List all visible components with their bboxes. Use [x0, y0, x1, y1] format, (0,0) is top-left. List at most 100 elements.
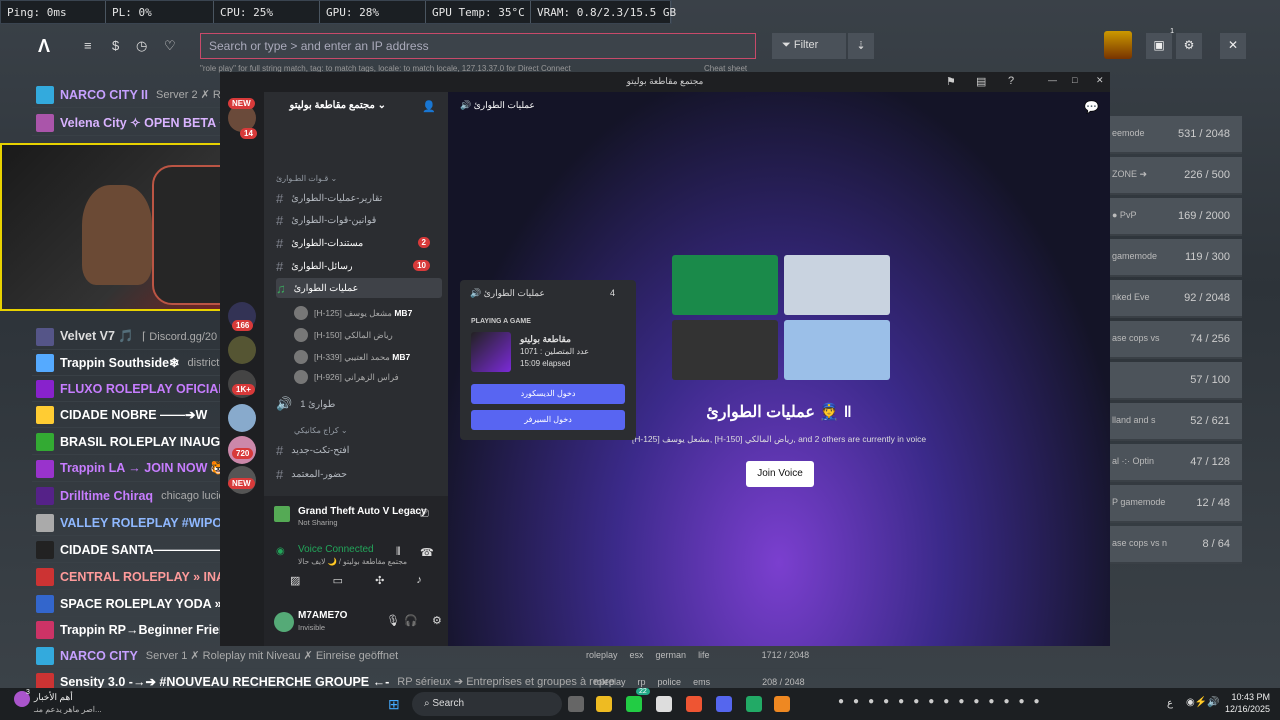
headphones-icon[interactable]: 🎧	[404, 614, 418, 627]
maximize-button[interactable]: □	[1072, 75, 1077, 85]
file-explorer-icon[interactable]	[596, 696, 612, 712]
app-icon[interactable]	[746, 696, 762, 712]
help-icon[interactable]: ?	[1008, 75, 1014, 87]
language-indicator[interactable]: ع	[1167, 698, 1173, 709]
server-row-right[interactable]: eemode 531 / 2048	[1110, 116, 1242, 154]
user-settings-icon[interactable]: ⚙	[432, 614, 442, 627]
stream-icon[interactable]: ⎚	[420, 508, 429, 521]
category-header[interactable]: قـوات الطـوارئ ⌄	[276, 174, 337, 183]
voice-icon: ♫	[276, 280, 286, 296]
server-row-right[interactable]: ase cops vs 74 / 256	[1110, 321, 1242, 359]
camera-off-icon[interactable]: ▨	[290, 574, 300, 594]
server-tag-label: nked Eve	[1112, 292, 1150, 302]
inbox-icon[interactable]: ▤	[976, 75, 986, 88]
server-name: BRASIL ROLEPLAY INAUGU	[60, 434, 230, 449]
screenshare-icon[interactable]: ▭	[333, 574, 343, 594]
participant-tile[interactable]	[784, 320, 890, 380]
news-title[interactable]: أهم الأخبار	[34, 692, 73, 703]
voice-user[interactable]: [H-150] رياض المالكي	[294, 328, 393, 342]
channel-item[interactable]: # مستندات-الطوارئ 2	[276, 233, 442, 253]
notifications-button[interactable]: ▣ 1	[1146, 28, 1174, 59]
hash-icon: #	[276, 466, 284, 482]
server-row-right[interactable]: 57 / 100	[1110, 362, 1242, 400]
voice-user[interactable]: [H-926] فراس الزهراني	[294, 370, 399, 384]
dollar-icon[interactable]: $	[112, 38, 119, 53]
server-row-right[interactable]: ZONE ➜ 226 / 500	[1110, 157, 1242, 195]
channel-item[interactable]: # قوانين-قوات-الطوارئ	[276, 210, 442, 230]
active-voice-channel[interactable]: ♫ عمليات الطوارئ	[276, 278, 442, 298]
app-icon[interactable]	[656, 696, 672, 712]
network-icon[interactable]: ◉⚡🔊	[1186, 697, 1220, 708]
activities-icon[interactable]: ✣	[375, 574, 384, 594]
server-icon[interactable]	[228, 404, 256, 432]
clock-time[interactable]: 10:43 PM	[1226, 692, 1270, 702]
player-count: 119 / 300	[1184, 251, 1230, 263]
brave-icon[interactable]	[686, 696, 702, 712]
window-close-button[interactable]: ✕	[1096, 75, 1104, 86]
close-button[interactable]: ✕	[1220, 33, 1246, 59]
server-search-input[interactable]: Search or type > and enter an IP address	[200, 33, 756, 59]
channel-item[interactable]: # حضور-المعتمد	[276, 464, 442, 484]
join-server-button[interactable]: دخول السيرفر	[471, 410, 625, 430]
history-icon[interactable]: ◷	[136, 38, 147, 54]
fivem-logo-icon[interactable]: Λ	[38, 36, 50, 57]
server-row-right[interactable]: ● PvP 169 / 2000	[1110, 198, 1242, 236]
whatsapp-icon[interactable]	[626, 696, 642, 712]
server-row-right[interactable]: gamemode 119 / 300	[1110, 239, 1242, 277]
chat-icon[interactable]: 💬	[1084, 100, 1099, 114]
voice-connected-label[interactable]: Voice Connected	[298, 544, 374, 555]
noise-suppression-icon[interactable]: ⫴	[396, 546, 401, 559]
filter-button[interactable]: ⏷ Filter	[772, 33, 846, 59]
flag-icon[interactable]: ⚑	[946, 75, 956, 88]
soundboard-icon[interactable]: ♪	[416, 574, 422, 594]
server-icon[interactable]	[228, 336, 256, 364]
participant-tile[interactable]	[672, 320, 778, 380]
server-row-right[interactable]: P gamemode 12 / 48	[1110, 485, 1242, 523]
unread-badge: 10	[413, 260, 430, 271]
server-icon	[36, 459, 54, 478]
task-view-icon[interactable]	[568, 696, 584, 712]
list-icon[interactable]: ≡	[84, 38, 92, 53]
voice-user[interactable]: [H-339] محمد العتيبي MB7	[294, 350, 410, 364]
channel-item[interactable]: # افتح-تكت-جديد	[276, 440, 442, 460]
server-icon	[36, 113, 54, 132]
activity-game: Grand Theft Auto V Legacy	[298, 506, 427, 517]
category-header[interactable]: كراج مكانيكي ⌄	[294, 426, 348, 435]
heart-icon[interactable]: ♡	[164, 38, 176, 54]
mute-icon[interactable]: 🎙	[386, 614, 400, 627]
participant-tile[interactable]	[672, 255, 778, 315]
system-tray-icons[interactable]: ●●●●●●●●●●●●●●	[838, 696, 1049, 707]
invite-icon[interactable]: 👤	[422, 100, 436, 113]
clock-date[interactable]: 12/16/2025	[1220, 704, 1270, 714]
category-label: قـوات الطـوارئ	[276, 174, 329, 183]
voice-user[interactable]: [H-125] مشعل يوسف MB7	[294, 306, 412, 320]
username[interactable]: M7AME7O	[298, 610, 347, 621]
join-voice-button[interactable]: Join Voice	[746, 461, 814, 487]
channel-item[interactable]: # تقارير-عمليات-الطوارئ	[276, 188, 442, 208]
settings-button[interactable]: ⚙	[1176, 33, 1202, 59]
taskbar-search[interactable]: ⌕ Search	[412, 692, 562, 716]
server-row-right[interactable]: nked Eve 92 / 2048	[1110, 280, 1242, 318]
channel-item[interactable]: # رسائل-الطوارئ 10	[276, 256, 442, 276]
minimize-button[interactable]: —	[1048, 75, 1057, 85]
server-row-right[interactable]: lland and s 52 / 621	[1110, 403, 1242, 441]
voice-channel-item[interactable]: 🔊 طوارئ 1	[276, 394, 442, 414]
server-tag-label: P gamemode	[1112, 497, 1166, 507]
server-row-right[interactable]: al ·:· Optin 47 / 128	[1110, 444, 1242, 482]
player-count: 47 / 128	[1190, 456, 1230, 468]
server-description: chicago lucid	[161, 489, 225, 502]
join-discord-button[interactable]: دخول الديسكورد	[471, 384, 625, 404]
packet-loss-stat: PL: 0%	[106, 1, 214, 23]
fivem-icon[interactable]	[774, 696, 790, 712]
avatar[interactable]	[1104, 31, 1132, 59]
participant-tile[interactable]	[784, 255, 890, 315]
discord-icon[interactable]	[716, 696, 732, 712]
server-row-right[interactable]: ase cops vs n 8 / 64	[1110, 526, 1242, 564]
disconnect-icon[interactable]: ☎	[420, 546, 434, 559]
sort-button[interactable]: ⇣	[848, 33, 874, 59]
server-name[interactable]: مجتمع مقاطعة بوليتو ⌄	[276, 100, 386, 111]
player-count: 92 / 2048	[1184, 292, 1230, 304]
hash-icon: #	[276, 442, 284, 458]
start-icon[interactable]: ⊞	[388, 696, 400, 713]
user-avatar[interactable]	[274, 612, 294, 632]
